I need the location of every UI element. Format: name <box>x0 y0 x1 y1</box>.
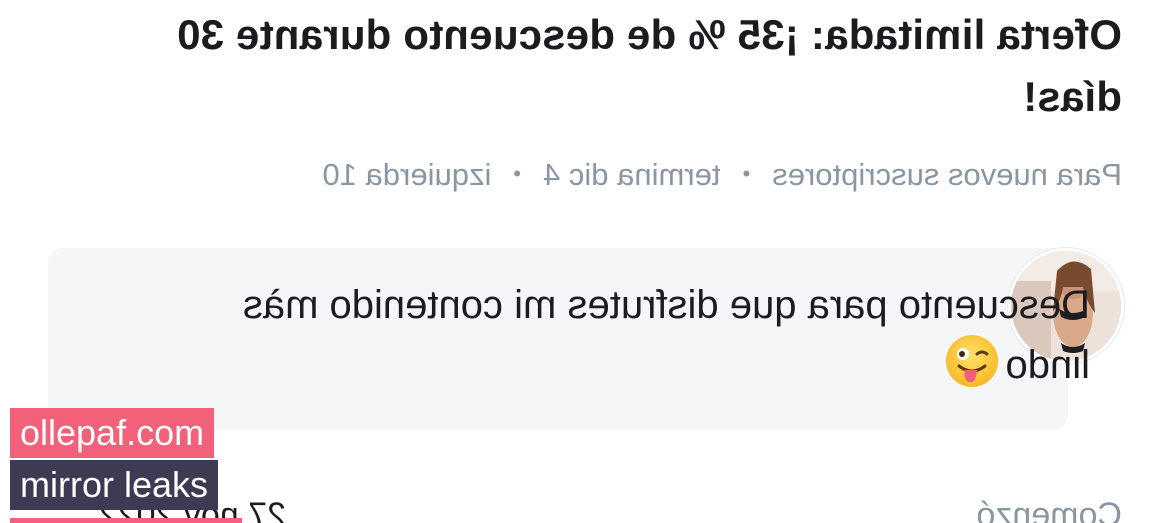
offer-audience: Para nuevos suscriptores <box>772 157 1122 192</box>
winking-face-with-tongue-icon <box>946 335 999 387</box>
separator-dot-icon: • <box>513 161 522 186</box>
message-text: Descuento para que disfrutes mi contenid… <box>210 276 1090 394</box>
screen: Oferta limitada: ¡35 % de descuento dura… <box>0 0 1170 523</box>
offer-meta: Para nuevos suscriptores • termina dic 4 • i… <box>322 154 1122 195</box>
separator-dot-icon: • <box>742 161 751 186</box>
watermark-site: ollepaf.com <box>10 408 215 458</box>
offer-remaining: izquierda 10 <box>322 157 492 192</box>
offer-title: Oferta limitada: ¡35 % de descuento dura… <box>176 11 1122 120</box>
started-label: Comenzó <box>976 496 1122 523</box>
offer-end-date: termina dic 4 <box>543 157 721 192</box>
watermark-caption: mirror leaks <box>10 460 219 510</box>
watermark-underline <box>10 518 242 523</box>
